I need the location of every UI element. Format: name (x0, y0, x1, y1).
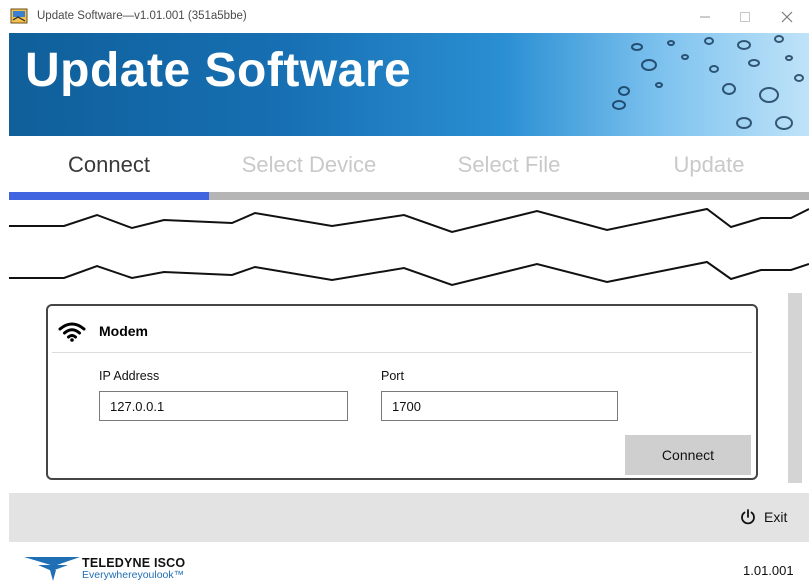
connect-button[interactable]: Connect (625, 435, 751, 475)
step-tabs: Connect Select Device Select File Update (9, 136, 809, 200)
wave-decoration (9, 207, 809, 287)
step-select-device[interactable]: Select Device (209, 152, 409, 178)
app-icon (10, 8, 28, 24)
teledyne-isco-logo: TELEDYNE ISCO Everywhereyoulook™ (24, 553, 204, 581)
step-select-file[interactable]: Select File (409, 152, 609, 178)
ip-address-label: IP Address (99, 369, 160, 383)
footer-bar (9, 493, 809, 542)
exit-button[interactable]: Exit (740, 509, 787, 525)
step-progress-fill (9, 192, 209, 200)
wifi-icon (58, 322, 86, 342)
modem-title: Modem (99, 323, 148, 339)
ip-address-input[interactable] (99, 391, 348, 421)
panel-divider (52, 352, 752, 353)
maximize-button[interactable] (722, 0, 767, 33)
exit-label: Exit (764, 509, 788, 525)
banner-title: Update Software (25, 44, 412, 97)
port-label: Port (381, 369, 404, 383)
maximize-icon (739, 11, 750, 22)
step-progress-bar (9, 192, 809, 200)
teledyne-logo-icon (24, 557, 80, 581)
power-icon (741, 509, 755, 525)
close-icon (781, 11, 792, 22)
window-title: Update Software—v1.01.001 (351a5bbe) (37, 10, 247, 22)
title-bar: Update Software—v1.01.001 (351a5bbe) (0, 0, 809, 33)
header-banner: Update Software (9, 33, 809, 136)
version-label: 1.01.001 (743, 563, 794, 578)
port-input[interactable] (381, 391, 618, 421)
minimize-icon (699, 16, 710, 17)
modem-panel: Modem IP Address Port Connect (46, 304, 758, 480)
logo-brand: TELEDYNE ISCO (82, 556, 186, 570)
minimize-button[interactable] (682, 0, 727, 33)
logo-tagline: Everywhereyoulook™ (82, 569, 185, 581)
step-update[interactable]: Update (609, 152, 809, 178)
close-button[interactable] (764, 0, 809, 33)
scrollbar[interactable] (788, 293, 802, 483)
step-connect[interactable]: Connect (9, 152, 209, 178)
